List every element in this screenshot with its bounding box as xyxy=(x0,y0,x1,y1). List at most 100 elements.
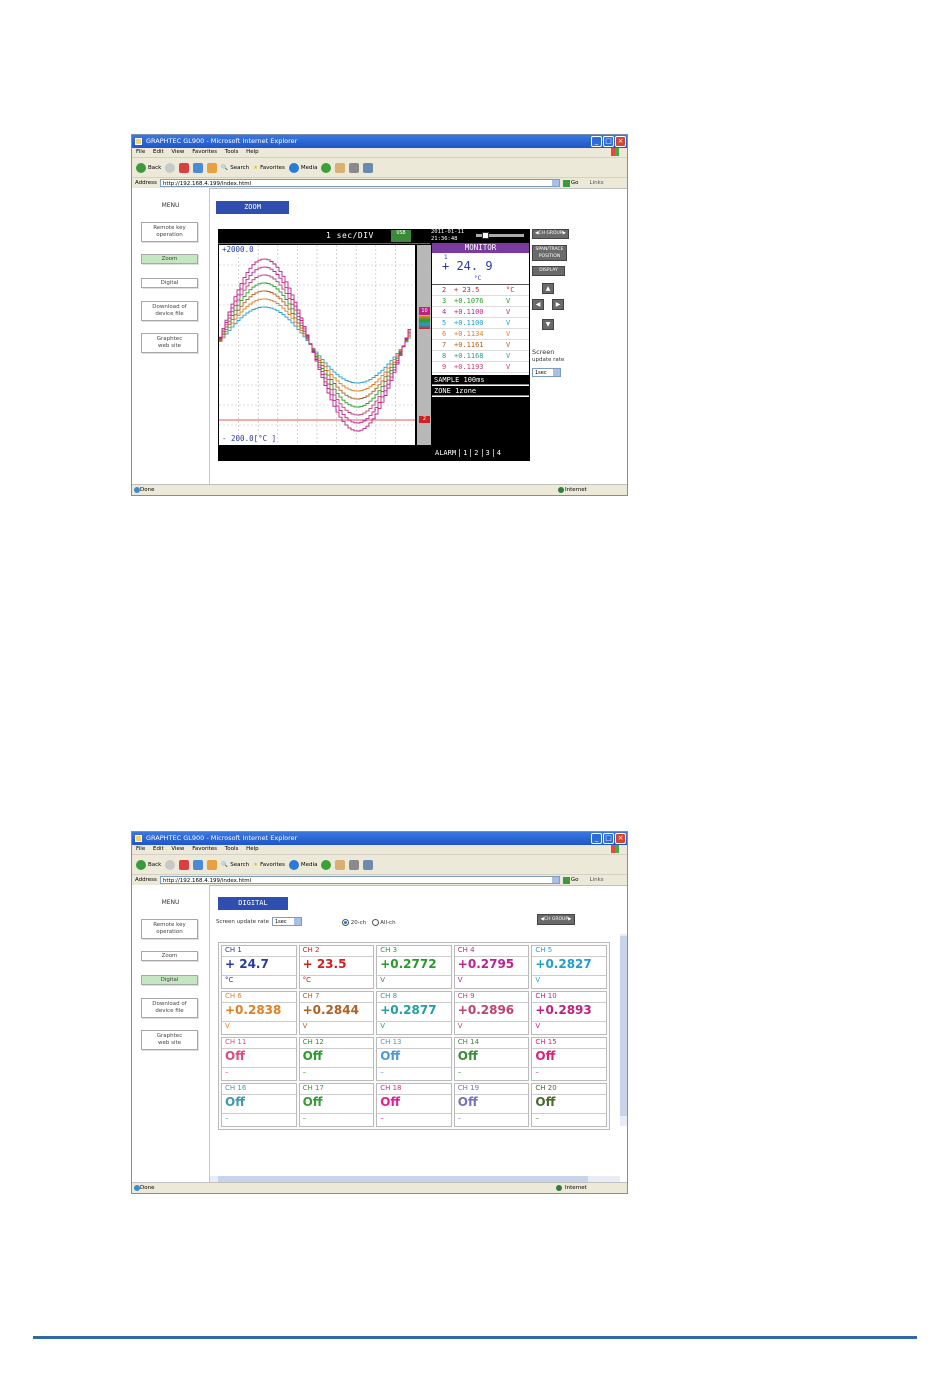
cell-divider xyxy=(532,1021,606,1022)
chevron-down-icon[interactable] xyxy=(294,918,301,925)
menu-favorites[interactable]: Favorites xyxy=(192,149,217,155)
forward-button[interactable] xyxy=(165,859,176,870)
channel-number: 3 xyxy=(442,297,447,305)
channel-name: CH 14 xyxy=(457,1038,480,1046)
menu-tools[interactable]: Tools xyxy=(225,846,239,852)
refresh-button[interactable] xyxy=(193,162,204,173)
history-button[interactable] xyxy=(321,859,332,870)
sidebar-item-graphtec-web[interactable]: Graphtec web site xyxy=(141,333,198,353)
go-arrow-icon xyxy=(562,179,570,187)
menu-file[interactable]: File xyxy=(136,846,145,852)
back-button[interactable]: Back xyxy=(136,859,161,870)
minimize-button[interactable]: _ xyxy=(591,136,602,147)
sidebar-item-digital[interactable]: Digital xyxy=(141,975,198,985)
menu-view[interactable]: View xyxy=(171,846,184,852)
menu-edit[interactable]: Edit xyxy=(153,846,164,852)
media-icon xyxy=(288,859,299,870)
chevron-down-icon[interactable] xyxy=(551,877,559,883)
sidebar-item-download[interactable]: Download of device file xyxy=(141,998,198,1018)
channel-cell: CH 7 +0.2844 V xyxy=(298,991,375,1035)
update-rate-select[interactable]: 1sec xyxy=(532,368,561,377)
home-button[interactable] xyxy=(207,162,218,173)
window-title: GRAPHTEC GL900 - Microsoft Internet Expl… xyxy=(146,834,298,842)
maximize-button[interactable]: □ xyxy=(603,833,614,844)
address-input[interactable]: http://192.168.4.199/index.html xyxy=(159,179,560,187)
slider-handle[interactable] xyxy=(482,232,489,239)
menu-tools[interactable]: Tools xyxy=(225,149,239,155)
favorites-button[interactable]: ★ Favorites xyxy=(253,862,285,868)
channel-unit: V xyxy=(302,1022,308,1030)
ch-group-button[interactable]: ◀CH GROUP▶ xyxy=(532,229,569,239)
sidebar-item-zoom[interactable]: Zoom xyxy=(141,951,198,961)
edit-button[interactable] xyxy=(363,162,374,173)
go-button[interactable]: Go xyxy=(562,876,579,884)
ch-group-button[interactable]: ◀CH GROUP▶ xyxy=(537,914,575,925)
sidebar-item-zoom[interactable]: Zoom xyxy=(141,254,198,264)
refresh-button[interactable] xyxy=(193,859,204,870)
triangle-left-icon: ◀ xyxy=(535,301,541,308)
zoom-slider[interactable] xyxy=(476,232,524,239)
y-axis-bottom-label: - 200.0[°C ] xyxy=(222,434,277,443)
menu-title: MENU xyxy=(161,899,180,906)
sidebar-item-download[interactable]: Download of device file xyxy=(141,301,198,321)
home-button[interactable] xyxy=(207,859,218,870)
channel-value: Off xyxy=(535,1095,556,1109)
display-button[interactable]: DISPLAY xyxy=(532,266,565,276)
channel-unit: – xyxy=(457,1068,462,1076)
links-button[interactable]: Links xyxy=(590,877,604,883)
sidebar-item-graphtec-web[interactable]: Graphtec web site xyxy=(141,1030,198,1050)
close-button[interactable]: × xyxy=(615,136,626,147)
history-button[interactable] xyxy=(321,162,332,173)
update-rate-select[interactable]: 1sec xyxy=(272,917,302,926)
channel-cell: CH 3 +0.2772 V xyxy=(376,945,452,989)
up-arrow-button[interactable]: ▲ xyxy=(542,283,554,294)
search-button[interactable]: 🔍 Search xyxy=(221,862,249,868)
menu-favorites[interactable]: Favorites xyxy=(192,846,217,852)
menu-view[interactable]: View xyxy=(171,149,184,155)
mail-button[interactable] xyxy=(335,162,346,173)
radio-20ch[interactable] xyxy=(342,919,349,926)
sidebar-item-remote-key[interactable]: Remote key operation xyxy=(141,222,198,242)
triangle-right-icon: ▶ xyxy=(555,301,561,308)
menu-edit[interactable]: Edit xyxy=(153,149,164,155)
search-button[interactable]: 🔍 Search xyxy=(221,165,249,171)
maximize-button[interactable]: □ xyxy=(603,136,614,147)
back-button[interactable]: Back xyxy=(136,162,161,173)
close-button[interactable]: × xyxy=(615,833,626,844)
address-input[interactable]: http://192.168.4.199/index.html xyxy=(159,876,560,884)
span-trace-position-button[interactable]: SPAN/TRACE POSITION xyxy=(532,245,567,261)
channel-unit: V xyxy=(506,352,511,360)
print-button[interactable] xyxy=(349,859,360,870)
channel-value: Off xyxy=(225,1049,245,1063)
menu-bar: File Edit View Favorites Tools Help xyxy=(132,845,627,855)
print-button[interactable] xyxy=(349,162,360,173)
go-button[interactable]: Go xyxy=(562,179,579,187)
channel-value: Off xyxy=(457,1049,478,1063)
sidebar-item-digital[interactable]: Digital xyxy=(141,278,198,288)
stop-button[interactable] xyxy=(179,859,190,870)
scroll-thumb[interactable] xyxy=(620,936,627,1116)
vertical-scrollbar[interactable] xyxy=(620,934,627,1126)
channel-cell: CH 10 +0.2893 V xyxy=(531,991,607,1035)
links-button[interactable]: Links xyxy=(590,180,604,186)
chevron-down-icon[interactable] xyxy=(553,369,560,376)
plot-scroll-column[interactable]: 10 2 xyxy=(417,245,431,445)
edit-button[interactable] xyxy=(363,859,374,870)
favorites-button[interactable]: ★ Favorites xyxy=(253,165,285,171)
channel-name: CH 18 xyxy=(380,1084,402,1092)
media-button[interactable]: Media xyxy=(288,162,317,173)
down-arrow-button[interactable]: ▼ xyxy=(542,319,554,330)
menu-help[interactable]: Help xyxy=(246,149,259,155)
radio-all-ch[interactable] xyxy=(371,919,379,926)
mail-button[interactable] xyxy=(335,859,346,870)
menu-help[interactable]: Help xyxy=(246,846,259,852)
chevron-down-icon[interactable] xyxy=(551,180,559,186)
menu-file[interactable]: File xyxy=(136,149,145,155)
forward-button[interactable] xyxy=(165,162,176,173)
minimize-button[interactable]: _ xyxy=(591,833,602,844)
sidebar-item-remote-key[interactable]: Remote key operation xyxy=(141,919,198,939)
stop-button[interactable] xyxy=(179,162,190,173)
left-arrow-button[interactable]: ◀ xyxy=(532,299,544,310)
right-arrow-button[interactable]: ▶ xyxy=(552,299,564,310)
media-button[interactable]: Media xyxy=(288,859,317,870)
